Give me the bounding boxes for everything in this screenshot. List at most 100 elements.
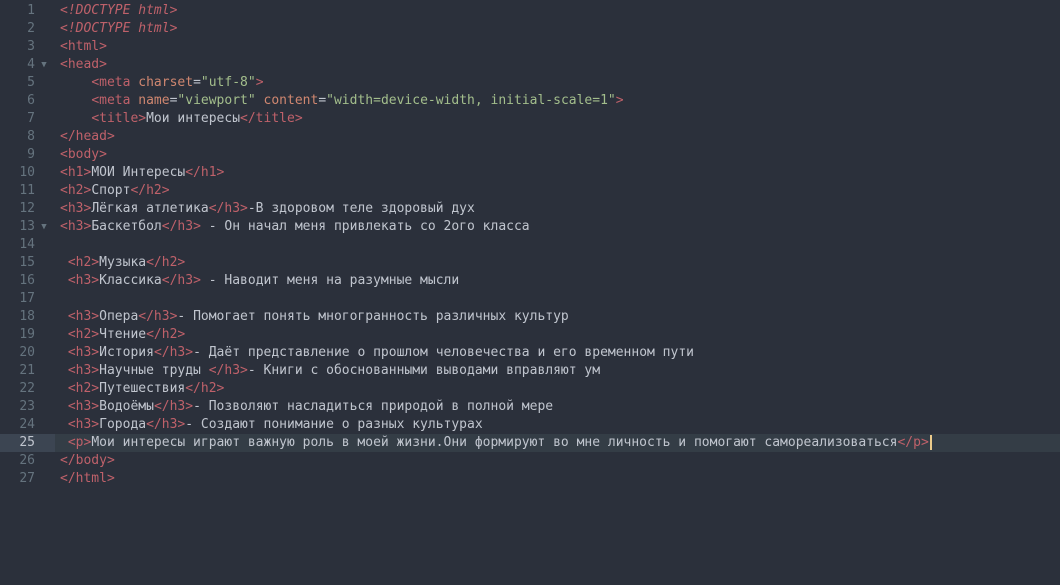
code-token: </title>	[240, 111, 303, 126]
gutter-cell: 14	[0, 236, 55, 254]
code-text[interactable]: <h2>Путешествия</h2>	[60, 380, 225, 398]
code-token: - Помогает понять многогранность различн…	[177, 309, 569, 324]
code-text[interactable]: <p>Мои интересы играют важную роль в мое…	[60, 434, 932, 452]
code-line[interactable]: 11 <h2>Спорт</h2>	[0, 182, 1060, 200]
code-token: </h3>	[208, 201, 248, 216]
code-token: </h1>	[185, 165, 225, 180]
gutter-cell: 23	[0, 398, 55, 416]
code-line[interactable]: 14	[0, 236, 1060, 254]
code-token: <h3>	[67, 399, 100, 414]
code-text[interactable]: <!DOCTYPE html>	[60, 20, 177, 38]
code-token: <h2>	[67, 381, 100, 396]
line-number: 7	[27, 111, 35, 126]
code-line[interactable]: 15 <h2>Музыка</h2>	[0, 254, 1060, 272]
line-number: 14	[19, 237, 35, 252]
code-text[interactable]: <h3>Города</h3>- Создают понимание о раз…	[60, 416, 483, 434]
code-line[interactable]: 2 <!DOCTYPE html>	[0, 20, 1060, 38]
code-line[interactable]: 7 <title>Мои интересы</title>	[0, 110, 1060, 128]
code-line[interactable]: 24 <h3>Города</h3>- Создают понимание о …	[0, 416, 1060, 434]
code-token: <h2>	[60, 183, 92, 198]
line-number: 20	[19, 345, 35, 360]
code-line[interactable]: 12 <h3>Лёгкая атлетика</h3>-В здоровом те…	[0, 200, 1060, 218]
code-text[interactable]: <h3>Водоёмы</h3>- Позволяют насладиться …	[60, 398, 553, 416]
code-line[interactable]: 21 <h3>Научные труды </h3>- Книги с обос…	[0, 362, 1060, 380]
code-text[interactable]: <h3>Опера</h3>- Помогает понять многогра…	[60, 308, 569, 326]
code-line[interactable]: 4 ▼ <head>	[0, 56, 1060, 74]
gutter-cell: 12	[0, 200, 55, 218]
code-token: - Даёт представление о прошлом человечес…	[193, 345, 694, 360]
code-text[interactable]: <h2>Чтение</h2>	[60, 326, 185, 344]
code-token: - Позволяют насладиться природой в полно…	[193, 399, 554, 414]
code-text[interactable]: <h3>Научные труды </h3>- Книги с обоснов…	[60, 362, 600, 380]
code-token: <h3>	[67, 345, 100, 360]
code-text[interactable]: <!DOCTYPE html>	[60, 2, 177, 20]
code-line[interactable]: 3 <html>	[0, 38, 1060, 56]
fold-arrow-icon[interactable]: ▼	[39, 56, 49, 74]
code-text[interactable]: <h1>МОИ Интересы</h1>	[60, 164, 224, 182]
code-editor[interactable]: 1 <!DOCTYPE html> 2 <!DOCTYPE html> 3 <html> 4…	[0, 0, 1060, 585]
code-text[interactable]: <meta charset="utf-8">	[60, 74, 263, 92]
code-token: </body>	[60, 453, 115, 468]
code-line[interactable]: 10 <h1>МОИ Интересы</h1>	[0, 164, 1060, 182]
code-line[interactable]: 5 <meta charset="utf-8">	[0, 74, 1060, 92]
code-line[interactable]: 9 <body>	[0, 146, 1060, 164]
line-number: 13	[19, 219, 35, 234]
line-number: 17	[19, 291, 35, 306]
code-text[interactable]: <h3>Лёгкая атлетика</h3>-В здоровом теле…	[60, 200, 475, 218]
line-number: 1	[27, 3, 35, 18]
gutter-cell: 11	[0, 182, 55, 200]
code-text[interactable]: </body>	[60, 452, 115, 470]
line-number: 19	[19, 327, 35, 342]
code-line[interactable]: 23 <h3>Водоёмы</h3>- Позволяют насладить…	[0, 398, 1060, 416]
gutter-cell: 3	[0, 38, 55, 56]
code-text[interactable]: <head>	[60, 56, 107, 74]
code-line[interactable]: 18 <h3>Опера</h3>- Помогает понять много…	[0, 308, 1060, 326]
code-token: Мои интересы	[146, 111, 241, 126]
gutter-cell: 16	[0, 272, 55, 290]
code-text[interactable]: </html>	[60, 470, 115, 488]
code-text[interactable]: <h2>Спорт</h2>	[60, 182, 170, 200]
code-text[interactable]: <h3>Баскетбол</h3> - Он начал меня привл…	[60, 218, 530, 236]
gutter-cell: 22	[0, 380, 55, 398]
code-line[interactable]: 26 </body>	[0, 452, 1060, 470]
code-text[interactable]: <h3>История</h3>- Даёт представление о п…	[60, 344, 694, 362]
code-line[interactable]: 27 </html>	[0, 470, 1060, 488]
code-line[interactable]: 19 <h2>Чтение</h2>	[0, 326, 1060, 344]
code-line[interactable]: 8 </head>	[0, 128, 1060, 146]
code-line[interactable]: 17	[0, 290, 1060, 308]
code-token: - Книги с обоснованными выводами вправля…	[247, 363, 601, 378]
code-line[interactable]: 22 <h2>Путешествия</h2>	[0, 380, 1060, 398]
code-text[interactable]: <h2>Музыка</h2>	[60, 254, 185, 272]
gutter-cell: 8	[0, 128, 55, 146]
code-text[interactable]: </head>	[60, 128, 115, 146]
code-token: <p>	[67, 435, 92, 450]
code-token: Лёгкая атлетика	[91, 201, 209, 216]
fold-arrow-icon[interactable]: ▼	[39, 218, 49, 236]
code-token: </p>	[897, 435, 929, 450]
code-text[interactable]: <meta name="viewport" content="width=dev…	[60, 92, 623, 110]
code-line[interactable]: 13 ▼ <h3>Баскетбол</h3> - Он начал меня пр…	[0, 218, 1060, 236]
code-text[interactable]: <html>	[60, 38, 107, 56]
code-line[interactable]: 20 <h3>История</h3>- Даёт представление …	[0, 344, 1060, 362]
code-line[interactable]: 25 <p>Мои интересы играют важную роль в …	[0, 434, 1060, 452]
code-token: </h3>	[208, 363, 248, 378]
code-token: =	[318, 93, 327, 108]
code-token: <meta	[91, 75, 139, 90]
code-line[interactable]: 6 <meta name="viewport" content="width=d…	[0, 92, 1060, 110]
gutter-cell: 19	[0, 326, 55, 344]
gutter-cell: 27	[0, 470, 55, 488]
code-text[interactable]: <h3>Классика</h3> - Наводит меня на разу…	[60, 272, 459, 290]
code-line[interactable]: 16 <h3>Классика</h3> - Наводит меня на р…	[0, 272, 1060, 290]
code-token: <h3>	[67, 363, 100, 378]
code-token: content	[263, 93, 319, 108]
code-text[interactable]: <title>Мои интересы</title>	[60, 110, 303, 128]
gutter-cell: 13 ▼	[0, 218, 55, 236]
code-line[interactable]: 1 <!DOCTYPE html>	[0, 2, 1060, 20]
code-text[interactable]: <body>	[60, 146, 107, 164]
